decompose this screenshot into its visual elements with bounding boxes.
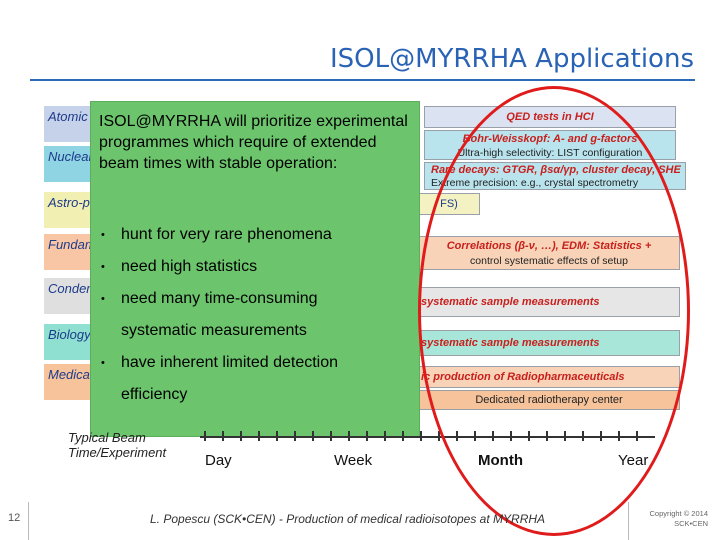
axis-title-line1: Typical Beam	[68, 430, 146, 445]
panel-bullet-item: • need many time-consuming systematic meas…	[99, 283, 414, 347]
axis-tick-mark	[384, 431, 386, 441]
slide-title: ISOL@MYRRHA Applications	[330, 44, 694, 74]
footer-citation: L. Popescu (SCK•CEN) - Production of med…	[150, 512, 546, 526]
axis-tick-mark	[204, 431, 206, 441]
axis-tick-mark	[294, 431, 296, 441]
copyright-line1: Copyright © 2014	[649, 509, 708, 518]
axis-tick-mark	[222, 431, 224, 441]
bullet-dot-icon: •	[101, 229, 105, 241]
row-atomic-physics: Atomic Physics	[44, 106, 94, 142]
axis-tick-mark	[258, 431, 260, 441]
info-panel: ISOL@MYRRHA will prioritize experimental…	[90, 101, 420, 437]
page-number: 12	[8, 512, 21, 524]
panel-bullet-item: • have inherent limited detection efficien…	[99, 347, 414, 411]
axis-tick-week: Week	[334, 452, 373, 469]
axis-tick-mark	[276, 431, 278, 441]
footer-divider-left	[28, 502, 29, 540]
row-nuclear-physics: Nuclear Physics	[44, 146, 94, 182]
bullet-text: have inherent limited detection	[121, 354, 339, 371]
axis-tick-day: Day	[205, 452, 232, 469]
panel-bullet-item: • hunt for very rare phenomena	[99, 219, 414, 251]
bullet-text: need high statistics	[121, 258, 258, 275]
row-fundamental-interactions: Fundam. Interact.	[44, 234, 94, 270]
panel-bullet-item: • need high statistics	[99, 251, 414, 283]
copyright-line2: SCK•CEN	[674, 519, 708, 528]
axis-tick-mark	[420, 431, 422, 441]
axis-tick-mark	[330, 431, 332, 441]
axis-tick-mark	[240, 431, 242, 441]
title-divider	[30, 79, 695, 81]
bullet-text: hunt for very rare phenomena	[121, 226, 332, 243]
row-condensed-matter: Condens. Matter	[44, 278, 94, 314]
bullet-dot-icon: •	[101, 261, 105, 273]
axis-tick-mark	[366, 431, 368, 441]
axis-title-line2: Time/Experiment	[68, 445, 167, 460]
bullet-text-continued: efficiency	[121, 386, 188, 403]
row-biology: Biology	[44, 324, 94, 360]
axis-tick-mark	[312, 431, 314, 441]
panel-intro-text: ISOL@MYRRHA will prioritize experimental…	[99, 113, 408, 172]
axis-tick-mark	[402, 431, 404, 441]
panel-bullet-list: • hunt for very rare phenomena • need high…	[99, 219, 414, 411]
bullet-text: need many time-consuming	[121, 290, 318, 307]
bullet-text-continued: systematic measurements	[121, 322, 307, 339]
highlight-ellipse	[418, 86, 690, 536]
bullet-dot-icon: •	[101, 293, 105, 305]
copyright-notice: Copyright © 2014 SCK•CEN	[650, 509, 708, 529]
footer-divider-right	[628, 502, 629, 540]
axis-title: Typical Beam Time/Experiment	[68, 430, 166, 460]
row-astrophysics: Astro-physics	[44, 192, 94, 228]
bullet-dot-icon: •	[101, 357, 105, 369]
row-medical-applications: Medical Applic.	[44, 364, 94, 400]
axis-tick-mark	[348, 431, 350, 441]
